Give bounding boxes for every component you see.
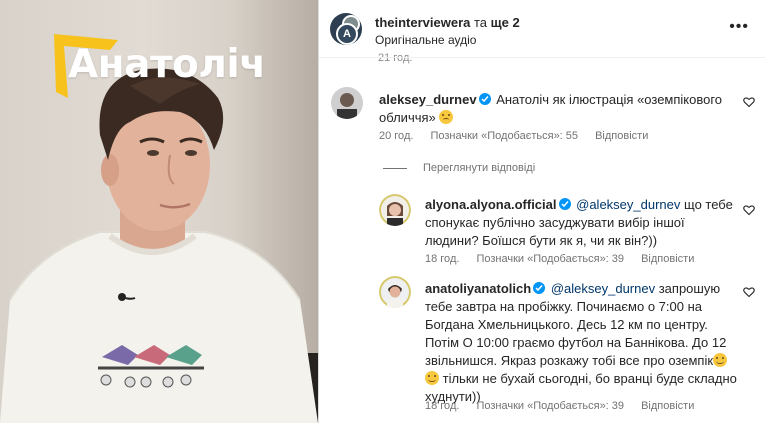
- more-horizontal-icon[interactable]: •••: [729, 18, 749, 36]
- reply-body: anatoliyanatolich @aleksey_durnev запрош…: [425, 280, 741, 406]
- avatar[interactable]: A: [330, 13, 362, 45]
- coauthors-link[interactable]: ще 2: [491, 15, 520, 30]
- heart-icon[interactable]: [743, 96, 755, 108]
- verified-badge-icon: [533, 282, 546, 294]
- comments-panel: A theinterviewera та ще 2 Оригінальне ау…: [319, 0, 765, 423]
- view-replies-label: Переглянути відповіді: [423, 162, 536, 174]
- reply-meta: 18 год. Позначки «Подобається»: 39 Відпо…: [425, 253, 708, 265]
- reply-username[interactable]: anatoliyanatolich: [425, 281, 531, 296]
- header-divider: [319, 57, 765, 58]
- avatar[interactable]: [379, 194, 411, 226]
- reply-button[interactable]: Відповісти: [641, 253, 694, 265]
- verified-badge-icon: [478, 93, 491, 105]
- logo-text: Анатоліч: [68, 42, 266, 87]
- post-media-image[interactable]: Анатоліч: [0, 0, 318, 423]
- reply-meta: 18 год. Позначки «Подобається»: 39 Відпо…: [425, 400, 708, 412]
- previous-comment-time: 21 год.: [378, 52, 413, 64]
- comment-username[interactable]: aleksey_durnev: [379, 92, 477, 107]
- view-replies-button[interactable]: Переглянути відповіді: [383, 162, 535, 174]
- avatar[interactable]: [331, 87, 363, 119]
- likes-count[interactable]: Позначки «Подобається»: 39: [476, 400, 624, 412]
- replies-line: [383, 167, 407, 169]
- scrollbar[interactable]: [761, 60, 765, 423]
- post-header: A theinterviewera та ще 2 Оригінальне ау…: [319, 0, 765, 56]
- reply-body: alyona.alyona.official @aleksey_durnev щ…: [425, 196, 739, 250]
- sad-face-emoji: [439, 110, 454, 124]
- likes-count[interactable]: Позначки «Подобається»: 55: [430, 130, 578, 142]
- verified-badge-icon: [558, 198, 571, 210]
- comment-meta: 20 год. Позначки «Подобається»: 55 Відпо…: [379, 130, 662, 142]
- smile-emoji: [713, 353, 728, 367]
- reply-time[interactable]: 18 год.: [425, 400, 459, 412]
- reply-button[interactable]: Відповісти: [595, 130, 648, 142]
- heart-icon[interactable]: [743, 286, 755, 298]
- post-author[interactable]: theinterviewera та ще 2: [375, 15, 520, 30]
- heart-icon[interactable]: [743, 204, 755, 216]
- author-joiner: та: [474, 15, 488, 30]
- comment-time[interactable]: 20 год.: [379, 130, 413, 142]
- mention-link[interactable]: @aleksey_durnev: [551, 281, 655, 296]
- reply-button[interactable]: Відповісти: [641, 400, 694, 412]
- reply-username[interactable]: alyona.alyona.official: [425, 197, 557, 212]
- likes-count[interactable]: Позначки «Подобається»: 39: [476, 253, 624, 265]
- comment-body: aleksey_durnev Анатоліч як ілюстрація «о…: [379, 91, 731, 127]
- avatar[interactable]: [379, 276, 411, 308]
- smile-emoji: [425, 371, 439, 385]
- audio-link[interactable]: Оригінальне аудіо: [375, 33, 476, 47]
- reply-time[interactable]: 18 год.: [425, 253, 459, 265]
- mention-link[interactable]: @aleksey_durnev: [576, 197, 680, 212]
- author-username[interactable]: theinterviewera: [375, 15, 470, 30]
